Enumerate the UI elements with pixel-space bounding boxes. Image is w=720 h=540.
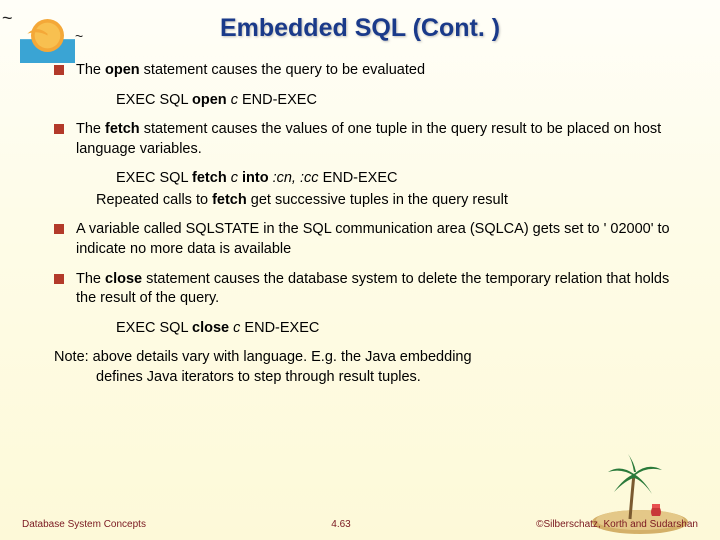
footer-page-number: 4.63 xyxy=(331,519,350,530)
footer-left: Database System Concepts xyxy=(22,519,146,530)
bullet-sqlstate: A variable called SQLSTATE in the SQL co… xyxy=(54,220,690,259)
slide-footer: Database System Concepts 4.63 ©Silbersch… xyxy=(0,519,720,530)
fetch-note: Repeated calls to fetch get successive t… xyxy=(54,191,690,211)
bullet-close: The close statement causes the database … xyxy=(54,270,690,309)
footer-copyright: ©Silberschatz, Korth and Sudarshan xyxy=(536,519,698,530)
bird-icon-2: ~ xyxy=(75,28,83,44)
code-close: EXEC SQL close c END-EXEC xyxy=(54,319,690,339)
bird-icon: ~ xyxy=(2,8,13,29)
code-fetch: EXEC SQL fetch c into :cn, :cc END-EXEC xyxy=(54,169,690,189)
code-open: EXEC SQL open c END-EXEC xyxy=(54,91,690,111)
slide-content: The open statement causes the query to b… xyxy=(0,61,720,387)
sun-icon xyxy=(20,8,75,63)
note-text: Note: above details vary with language. … xyxy=(54,348,690,387)
bullet-fetch: The fetch statement causes the values of… xyxy=(54,120,690,159)
slide-title: Embedded SQL (Cont. ) xyxy=(0,0,720,61)
bullet-open: The open statement causes the query to b… xyxy=(54,61,690,81)
